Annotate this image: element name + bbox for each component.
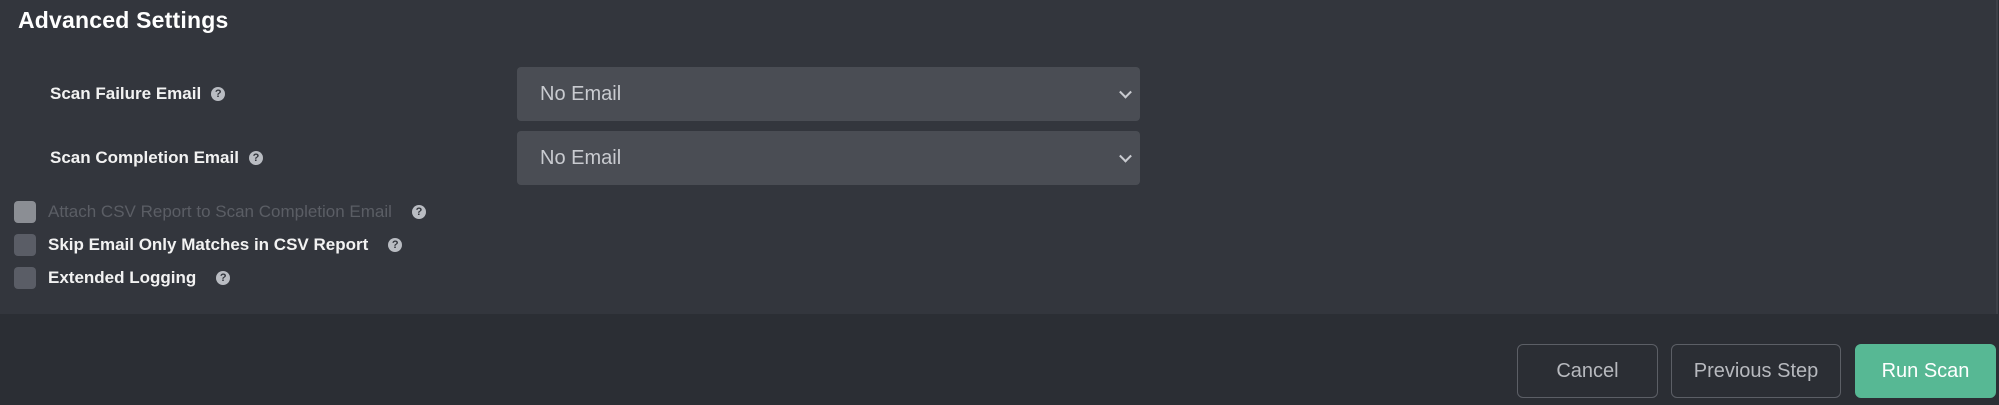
cancel-button[interactable]: Cancel xyxy=(1517,344,1658,398)
extended-logging-option: Extended Logging ? xyxy=(14,265,231,291)
scan-completion-email-label-text: Scan Completion Email xyxy=(50,148,239,167)
advanced-settings-panel: Advanced Settings Scan Failure Email ? N… xyxy=(0,0,1998,314)
scan-completion-email-value: No Email xyxy=(540,146,622,169)
help-icon[interactable]: ? xyxy=(211,87,226,101)
attach-csv-report-label: Attach CSV Report to Scan Completion Ema… xyxy=(48,202,392,221)
extended-logging-checkbox[interactable] xyxy=(14,267,36,289)
scan-failure-email-row: Scan Failure Email ? No Email xyxy=(0,67,1200,121)
chevron-down-icon xyxy=(1119,85,1132,99)
scan-failure-email-label-text: Scan Failure Email xyxy=(50,84,202,103)
attach-csv-report-checkbox[interactable] xyxy=(14,201,36,223)
attach-csv-report-option: Attach CSV Report to Scan Completion Ema… xyxy=(14,199,426,225)
chevron-down-icon xyxy=(1119,149,1132,163)
help-icon[interactable]: ? xyxy=(248,151,263,165)
skip-email-only-matches-option: Skip Email Only Matches in CSV Report ? xyxy=(14,232,403,258)
run-scan-button[interactable]: Run Scan xyxy=(1855,344,1996,398)
scan-failure-email-label: Scan Failure Email ? xyxy=(50,84,226,104)
help-icon[interactable]: ? xyxy=(388,238,403,252)
scan-failure-email-select[interactable]: No Email xyxy=(517,67,1140,121)
skip-email-only-matches-checkbox[interactable] xyxy=(14,234,36,256)
scan-completion-email-label: Scan Completion Email ? xyxy=(50,148,263,168)
help-icon[interactable]: ? xyxy=(411,205,426,219)
scan-settings-page: Advanced Settings Scan Failure Email ? N… xyxy=(0,0,1999,405)
skip-email-only-matches-label: Skip Email Only Matches in CSV Report xyxy=(48,235,369,254)
previous-step-button[interactable]: Previous Step xyxy=(1671,344,1841,398)
extended-logging-label: Extended Logging xyxy=(48,268,197,287)
scan-failure-email-value: No Email xyxy=(540,82,622,105)
scan-completion-email-row: Scan Completion Email ? No Email xyxy=(0,131,1200,185)
panel-title: Advanced Settings xyxy=(18,7,229,33)
scan-completion-email-select[interactable]: No Email xyxy=(517,131,1140,185)
help-icon[interactable]: ? xyxy=(216,271,231,285)
